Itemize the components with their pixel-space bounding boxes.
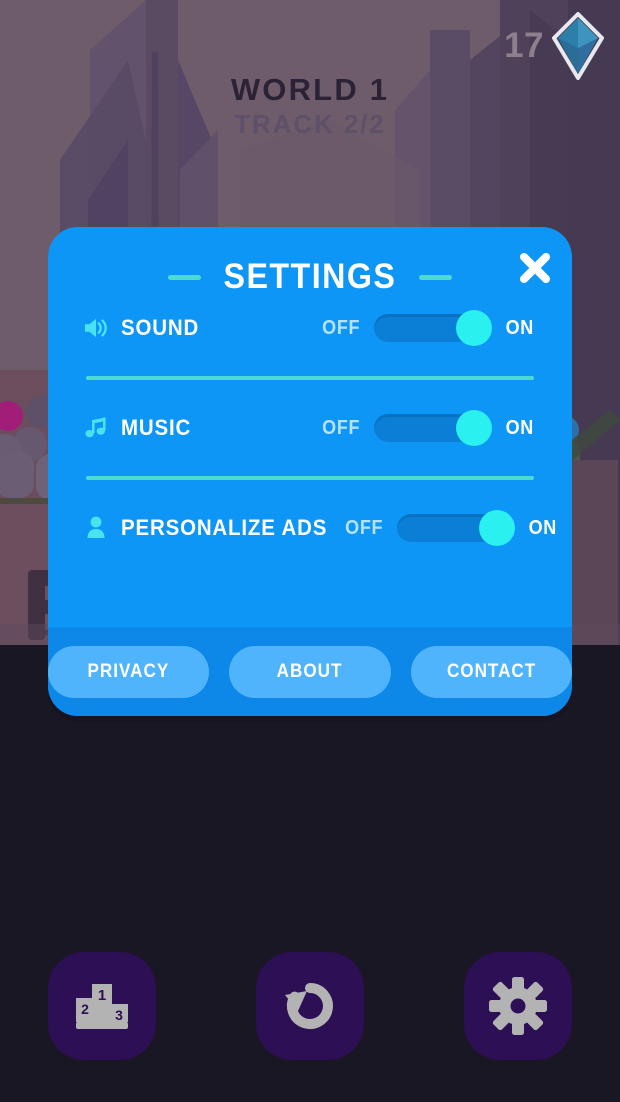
bottom-navigation-bar: 1 2 3: [0, 952, 620, 1060]
setting-row-personalize-ads: PERSONALIZE ADS OFF ON: [48, 499, 572, 557]
personalize-ads-toggle[interactable]: [397, 510, 516, 546]
ads-row-right: OFF ON: [343, 510, 559, 546]
speaker-sound-icon: [84, 316, 108, 340]
sound-toggle[interactable]: [374, 310, 493, 346]
sound-row-left: SOUND: [84, 315, 320, 341]
gem-count-value: 17: [504, 26, 544, 65]
title-dash-right: [418, 274, 452, 280]
privacy-button[interactable]: PRIVACY: [48, 645, 210, 698]
dialog-title-row: SETTINGS: [48, 257, 572, 297]
music-toggle-knob: [456, 410, 493, 446]
ads-on-label: ON: [528, 516, 558, 539]
personalize-ads-toggle-knob: [479, 510, 516, 546]
music-row-right: OFF ON: [320, 410, 536, 446]
dialog-footer: PRIVACY ABOUT CONTACT: [48, 627, 572, 716]
setting-row-sound: SOUND OFF ON: [48, 299, 572, 357]
about-button-label: ABOUT: [277, 660, 343, 682]
settings-button[interactable]: [464, 952, 572, 1060]
sound-row-right: OFF ON: [320, 310, 536, 346]
leaderboard-podium-icon: 1 2 3: [76, 984, 128, 1029]
privacy-button-label: PRIVACY: [87, 660, 170, 682]
close-x-icon: [520, 253, 550, 283]
svg-text:1: 1: [98, 987, 106, 1004]
sound-on-label: ON: [505, 316, 535, 339]
row-divider-2: [86, 476, 534, 480]
restart-button[interactable]: [256, 952, 364, 1060]
svg-text:3: 3: [115, 1007, 123, 1023]
music-off-label: OFF: [322, 416, 361, 439]
setting-label-music: MUSIC: [121, 415, 192, 440]
setting-row-music: MUSIC OFF ON: [48, 399, 572, 457]
person-user-icon: [84, 516, 108, 540]
contact-button[interactable]: CONTACT: [410, 645, 572, 698]
title-dash-left: [168, 274, 202, 280]
gem-counter: 17: [504, 12, 604, 80]
ads-off-label: OFF: [344, 516, 383, 539]
music-toggle[interactable]: [374, 410, 493, 446]
leaderboard-button[interactable]: 1 2 3: [48, 952, 156, 1060]
row-divider-1: [86, 376, 534, 380]
setting-label-personalize-ads: PERSONALIZE ADS: [121, 515, 328, 540]
close-button[interactable]: [512, 245, 558, 291]
settings-rows: SOUND OFF ON MUSIC OFF ON PERSONALIZE AD…: [48, 299, 572, 557]
about-button[interactable]: ABOUT: [229, 645, 391, 698]
diamond-gem-icon: [552, 12, 604, 80]
gear-settings-icon: [489, 977, 547, 1035]
sound-toggle-knob: [456, 310, 493, 346]
ads-row-left: PERSONALIZE ADS: [84, 515, 343, 541]
settings-dialog: SETTINGS SOUND OFF ON MUSIC OFF ON PERSO…: [48, 227, 572, 716]
dialog-header: SETTINGS: [48, 227, 572, 299]
music-note-icon: [84, 416, 108, 440]
dialog-title: SETTINGS: [223, 257, 397, 296]
music-row-left: MUSIC: [84, 415, 320, 441]
setting-label-sound: SOUND: [121, 315, 200, 340]
sound-off-label: OFF: [322, 316, 361, 339]
music-on-label: ON: [505, 416, 535, 439]
restart-undo-arrow-icon: [285, 983, 333, 1029]
contact-button-label: CONTACT: [446, 660, 536, 682]
game-screen: WORLD 1 TRACK 2/2 17 SETTINGS SOUND OFF …: [0, 0, 620, 1102]
svg-text:2: 2: [81, 1001, 89, 1017]
